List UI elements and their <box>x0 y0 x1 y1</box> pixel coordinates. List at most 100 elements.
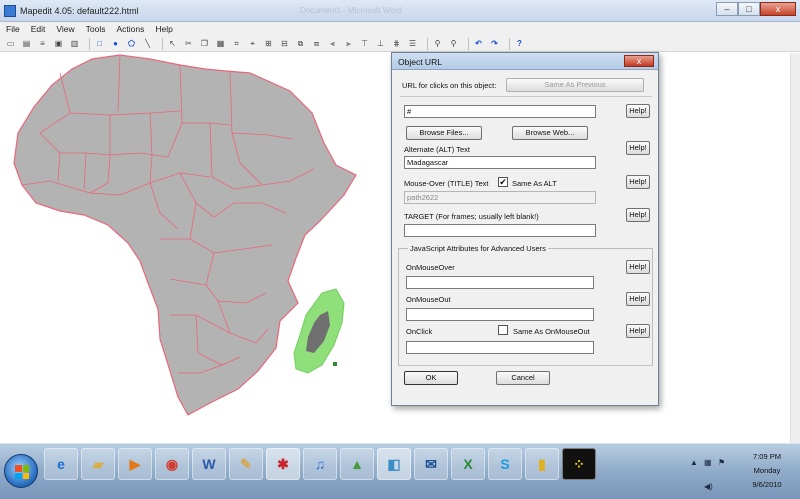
onmouseout-label: OnMouseOut <box>406 295 451 304</box>
pointer-tool-icon[interactable]: ↖ <box>167 38 178 49</box>
same-as-onmouseout-checkbox[interactable] <box>498 325 508 335</box>
zoom-out-icon[interactable]: ⚲ <box>448 38 459 49</box>
skype-icon[interactable]: S <box>488 448 522 480</box>
html-icon[interactable]: ≡ <box>37 38 48 49</box>
onclick-input[interactable] <box>406 341 594 354</box>
menu-view[interactable]: View <box>56 22 74 36</box>
onclick-help-button[interactable]: Help! <box>626 324 650 338</box>
title-text-input[interactable]: path2622 <box>404 191 596 204</box>
photo-viewer-icon[interactable]: ▲ <box>340 448 374 480</box>
menu-edit[interactable]: Edit <box>31 22 46 36</box>
excel-icon[interactable]: X <box>451 448 485 480</box>
minimize-button[interactable]: – <box>716 2 738 16</box>
title-help-button[interactable]: Help! <box>626 175 650 189</box>
onmouseout-input[interactable] <box>406 308 594 321</box>
mapedit-taskbar-icon[interactable]: ◧ <box>377 448 411 480</box>
rectangle-tool-icon[interactable]: □ <box>94 38 105 49</box>
help-icon[interactable]: ? <box>514 38 525 49</box>
window-title: Mapedit 4.05: default222.html <box>20 6 139 16</box>
align-left-icon[interactable]: ⫷ <box>327 38 338 49</box>
vertical-scrollbar[interactable] <box>790 53 800 443</box>
circle-tool-icon[interactable]: ● <box>110 38 121 49</box>
browse-files-button[interactable]: Browse Files... <box>406 126 482 140</box>
media-player-icon[interactable]: ▶ <box>118 448 152 480</box>
open-file-icon[interactable]: ▤ <box>21 38 32 49</box>
transform-icon[interactable]: ⌗ <box>231 38 242 49</box>
dialog-title: Object URL <box>398 57 442 67</box>
redo-icon[interactable]: ↷ <box>489 38 500 49</box>
grid-icon[interactable]: ⋕ <box>391 38 402 49</box>
start-button[interactable] <box>4 454 38 488</box>
internet-explorer-icon[interactable]: e <box>44 448 78 480</box>
close-button[interactable]: x <box>760 2 796 16</box>
polygon-tool-icon[interactable]: ⬠ <box>126 38 137 49</box>
browse-web-button[interactable]: Browse Web... <box>512 126 588 140</box>
word-icon[interactable]: W <box>192 448 226 480</box>
same-as-previous-button[interactable]: Same As Previous <box>506 78 644 92</box>
selection-handle-icon[interactable] <box>333 362 337 366</box>
flag-icon[interactable]: ⚑ <box>718 458 725 467</box>
copy-icon[interactable]: ❐ <box>199 38 210 49</box>
url-label: URL for clicks on this object: <box>402 81 497 90</box>
url-help-button[interactable]: Help! <box>626 104 650 118</box>
new-file-icon[interactable]: ▭ <box>5 38 16 49</box>
align-bottom-icon[interactable]: ⊥ <box>375 38 386 49</box>
onmouseout-help-button[interactable]: Help! <box>626 292 650 306</box>
toolbar-separator <box>162 37 163 50</box>
flashlight-icon[interactable]: ▮ <box>525 448 559 480</box>
print-icon[interactable]: ▥ <box>69 38 80 49</box>
show-hidden-icons-icon[interactable]: ▲ <box>690 458 698 467</box>
remove-point-icon[interactable]: ⊟ <box>279 38 290 49</box>
clock-date: 9/6/2010 <box>752 480 782 489</box>
line-tool-icon[interactable]: ╲ <box>142 38 153 49</box>
paint-icon[interactable]: ✱ <box>266 448 300 480</box>
maximize-button[interactable]: □ <box>738 2 760 16</box>
divider <box>400 365 652 366</box>
system-clock[interactable]: 7:09 PM Monday 9/6/2010 <box>738 450 796 492</box>
menu-actions[interactable]: Actions <box>116 22 144 36</box>
clock-time: 7:09 PM <box>753 452 781 461</box>
object-list-icon[interactable]: ☰ <box>407 38 418 49</box>
onmouseover-help-button[interactable]: Help! <box>626 260 650 274</box>
menu-tools[interactable]: Tools <box>86 22 106 36</box>
bring-front-icon[interactable]: ⧉ <box>295 38 306 49</box>
save-icon[interactable]: ▣ <box>53 38 64 49</box>
itunes-icon[interactable]: ♫ <box>303 448 337 480</box>
cut-icon[interactable]: ✂ <box>183 38 194 49</box>
windows-logo-icon <box>15 465 29 479</box>
dialog-close-button[interactable]: x <box>624 55 654 67</box>
menu-help[interactable]: Help <box>155 22 172 36</box>
paste-icon[interactable]: ▦ <box>215 38 226 49</box>
ok-button[interactable]: OK <box>404 371 458 385</box>
divider <box>400 96 652 97</box>
pinned-apps: e ▰ ▶ ◉ W ✎ ✱ ♫ ▲ ◧ ✉ X S ▮ ⁘ <box>44 448 599 480</box>
network-icon[interactable]: ▦ <box>704 458 712 467</box>
onmouseover-label: OnMouseOver <box>406 263 455 272</box>
game-icon[interactable]: ⁘ <box>562 448 596 480</box>
outlook-icon[interactable]: ✉ <box>414 448 448 480</box>
windows-explorer-icon[interactable]: ▰ <box>81 448 115 480</box>
dialog-title-bar: Object URL x <box>392 53 658 70</box>
zoom-in-icon[interactable]: ⚲ <box>432 38 443 49</box>
volume-icon[interactable]: ◀) <box>704 482 713 491</box>
undo-icon[interactable]: ↶ <box>473 38 484 49</box>
alt-help-button[interactable]: Help! <box>626 141 650 155</box>
menu-file[interactable]: File <box>6 22 20 36</box>
notepad-icon[interactable]: ✎ <box>229 448 263 480</box>
cancel-button[interactable]: Cancel <box>496 371 550 385</box>
chrome-icon[interactable]: ◉ <box>155 448 189 480</box>
same-as-alt-label: Same As ALT <box>512 179 557 188</box>
move-point-icon[interactable]: ⌖ <box>247 38 258 49</box>
target-help-button[interactable]: Help! <box>626 208 650 222</box>
onclick-label: OnClick <box>406 327 433 336</box>
same-as-alt-checkbox[interactable]: ✔ <box>498 177 508 187</box>
target-input[interactable] <box>404 224 596 237</box>
javascript-group-label: JavaScript Attributes for Advanced Users <box>408 244 548 253</box>
url-input[interactable]: # <box>404 105 596 118</box>
send-back-icon[interactable]: ⧈ <box>311 38 322 49</box>
alt-text-input[interactable]: Madagascar <box>404 156 596 169</box>
add-point-icon[interactable]: ⊞ <box>263 38 274 49</box>
onmouseover-input[interactable] <box>406 276 594 289</box>
align-right-icon[interactable]: ⫸ <box>343 38 354 49</box>
align-top-icon[interactable]: ⊤ <box>359 38 370 49</box>
